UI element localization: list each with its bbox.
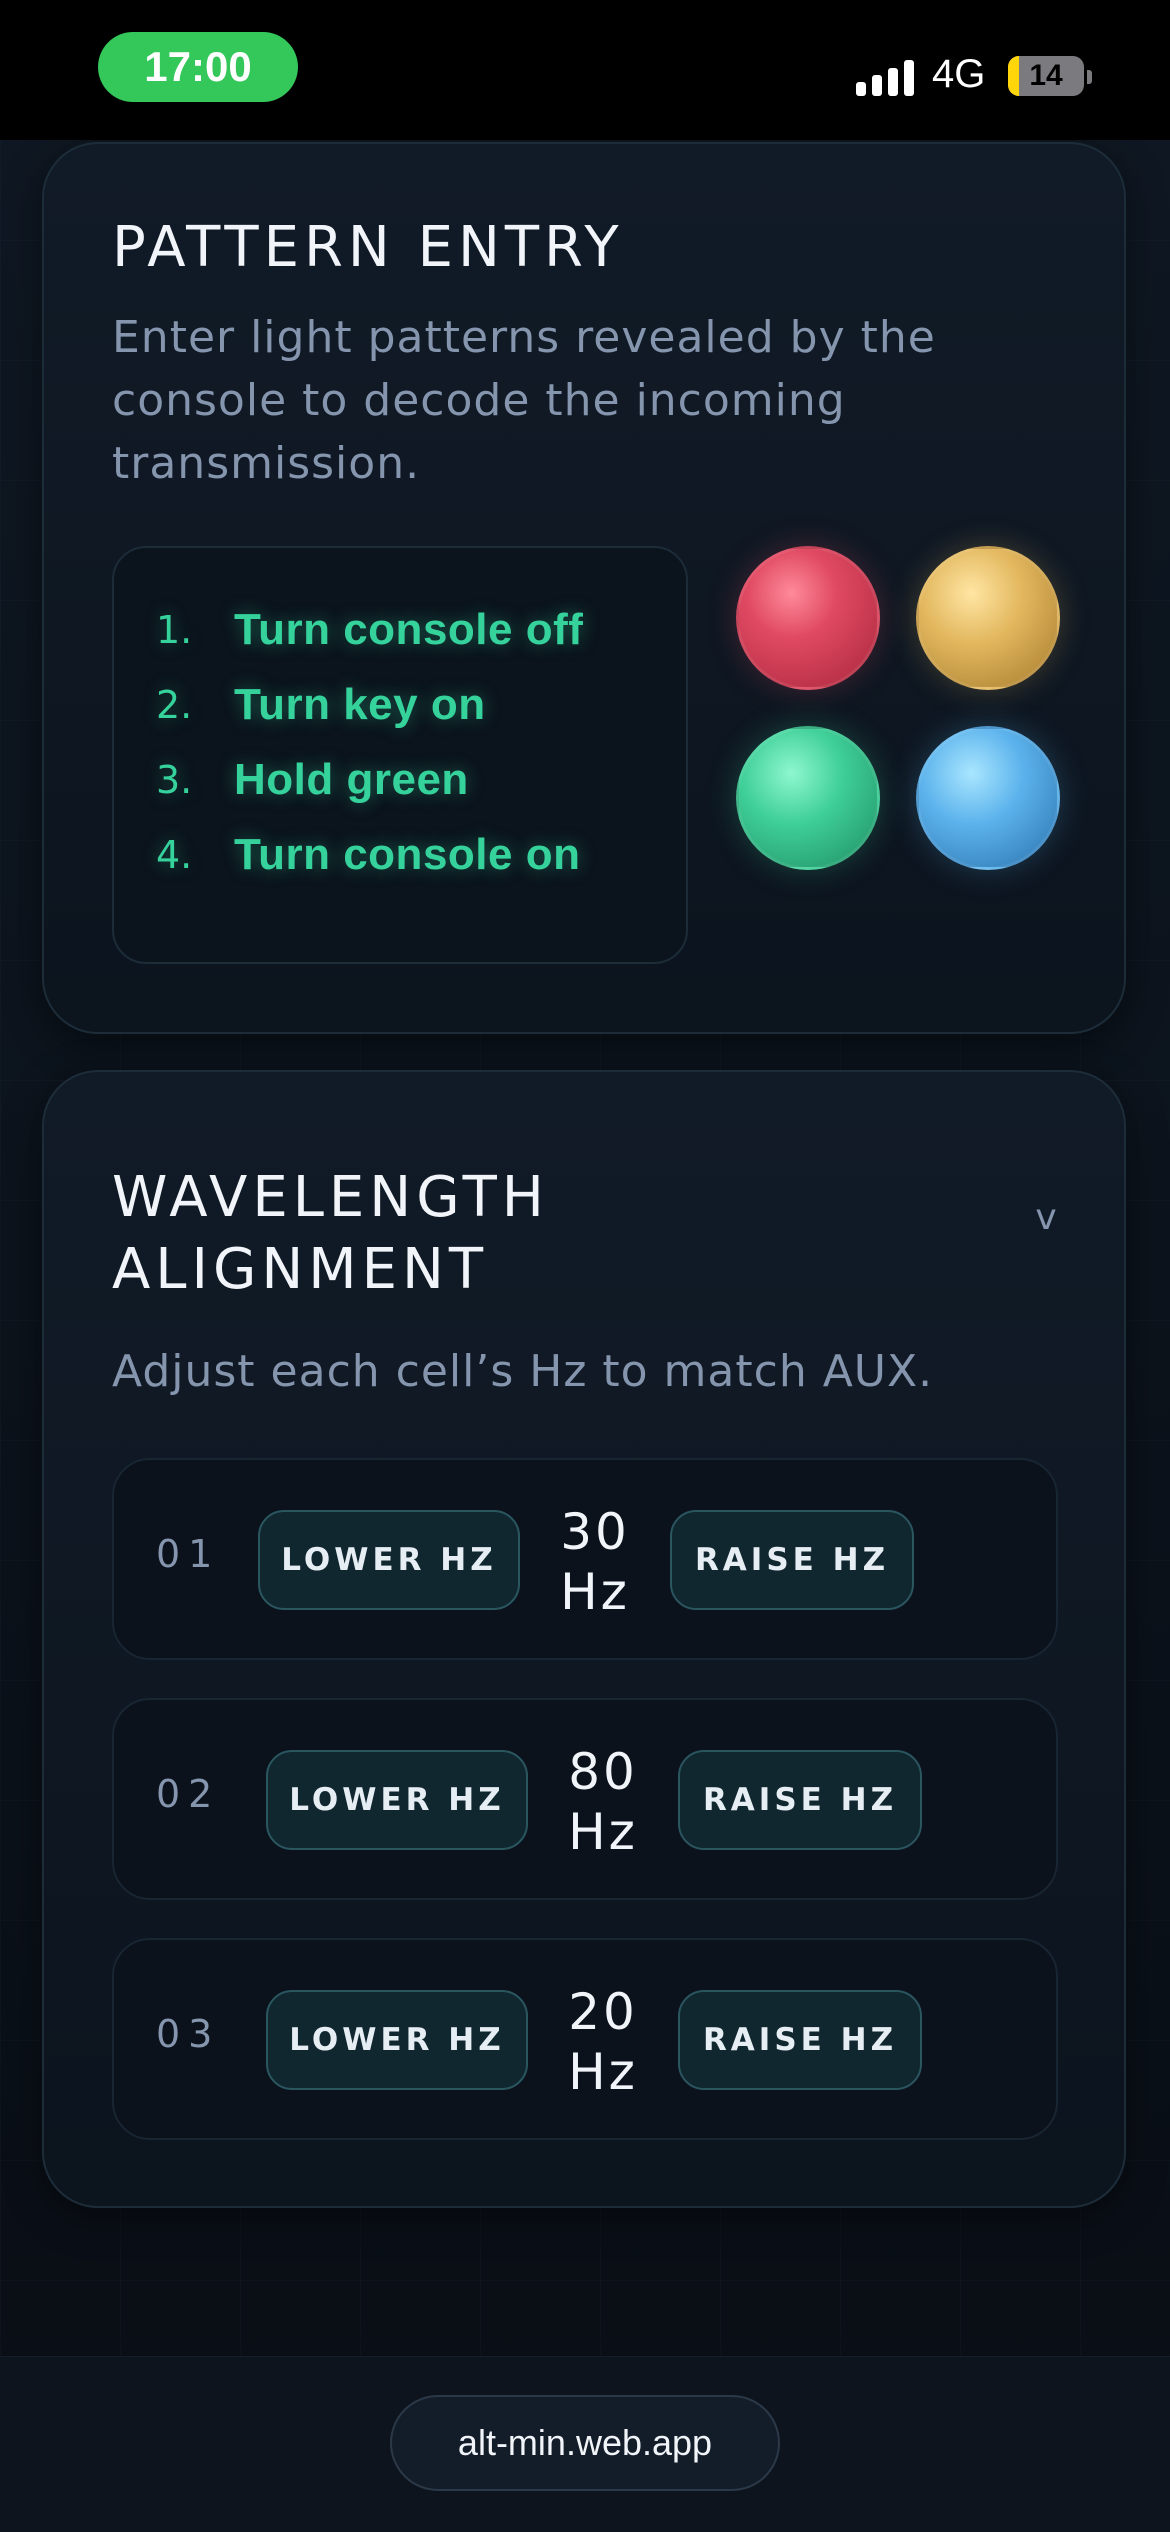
pattern-steps-list: 1. Turn console off 2. Turn key on 3. Ho…: [112, 546, 688, 964]
step-text: Turn key on: [234, 679, 486, 729]
status-time[interactable]: 17:00: [98, 32, 298, 102]
cell-row-01: 01 LOWER HZ 30 Hz RAISE HZ: [112, 1458, 1058, 1660]
step-text: Hold green: [234, 754, 469, 804]
list-item: 2. Turn key on: [114, 667, 686, 742]
step-text: Turn console off: [234, 604, 584, 654]
raise-hz-button[interactable]: RAISE HZ: [678, 1750, 922, 1850]
cell-id: 01: [156, 1532, 221, 1576]
hz-unit: Hz: [568, 1803, 638, 1861]
pattern-entry-title: PATTERN ENTRY: [112, 215, 624, 280]
step-number: 4.: [156, 832, 193, 877]
hz-value: 80: [568, 1743, 638, 1801]
lower-hz-button[interactable]: LOWER HZ: [258, 1510, 520, 1610]
hz-unit: Hz: [568, 2043, 638, 2101]
cell-row-02: 02 LOWER HZ 80 Hz RAISE HZ: [112, 1698, 1058, 1900]
network-type: 4G: [932, 52, 986, 96]
lower-hz-button[interactable]: LOWER HZ: [266, 1750, 528, 1850]
step-text: Turn console on: [234, 829, 581, 879]
wavelength-alignment-description: Adjust each cell’s Hz to match AUX.: [112, 1346, 934, 1397]
list-item: 4. Turn console on: [114, 817, 686, 892]
page: 17:00 4G 14 PATTERN ENTRY Enter light pa…: [0, 0, 1170, 2532]
step-number: 2.: [156, 682, 193, 727]
browser-bottom-bar: alt-min.web.app: [0, 2356, 1170, 2532]
blue-light-button[interactable]: [916, 726, 1060, 870]
list-item: 3. Hold green: [114, 742, 686, 817]
wavelength-alignment-card: WAVELENGTH ALIGNMENT v Adjust each cell’…: [42, 1070, 1126, 2208]
wavelength-alignment-title: WAVELENGTH ALIGNMENT: [112, 1165, 549, 1302]
hz-unit: Hz: [560, 1563, 630, 1621]
cell-id: 03: [156, 2012, 221, 2056]
status-bar: 17:00 4G 14: [0, 0, 1170, 140]
hz-value: 20: [568, 1983, 638, 2041]
battery-icon: 14: [1008, 56, 1084, 96]
hz-readout: 20 Hz: [548, 1982, 658, 2102]
url-bar[interactable]: alt-min.web.app: [390, 2395, 780, 2491]
step-number: 3.: [156, 757, 193, 802]
pattern-entry-description: Enter light patterns revealed by the con…: [112, 312, 936, 489]
yellow-light-button[interactable]: [916, 546, 1060, 690]
green-light-button[interactable]: [736, 726, 880, 870]
hz-readout: 80 Hz: [548, 1742, 658, 1862]
battery-cap: [1087, 70, 1092, 84]
battery-level: 14: [1029, 59, 1063, 92]
raise-hz-button[interactable]: RAISE HZ: [670, 1510, 914, 1610]
hz-readout: 30 Hz: [540, 1502, 650, 1622]
pattern-entry-card: PATTERN ENTRY Enter light patterns revea…: [42, 142, 1126, 1034]
hz-value: 30: [560, 1503, 630, 1561]
raise-hz-button[interactable]: RAISE HZ: [678, 1990, 922, 2090]
step-number: 1.: [156, 607, 193, 652]
cellular-signal-icon: [856, 60, 914, 96]
list-item: 1. Turn console off: [114, 592, 686, 667]
chevron-down-icon[interactable]: v: [1026, 1198, 1066, 1238]
cell-id: 02: [156, 1772, 221, 1816]
red-light-button[interactable]: [736, 546, 880, 690]
lower-hz-button[interactable]: LOWER HZ: [266, 1990, 528, 2090]
cell-row-03: 03 LOWER HZ 20 Hz RAISE HZ: [112, 1938, 1058, 2140]
